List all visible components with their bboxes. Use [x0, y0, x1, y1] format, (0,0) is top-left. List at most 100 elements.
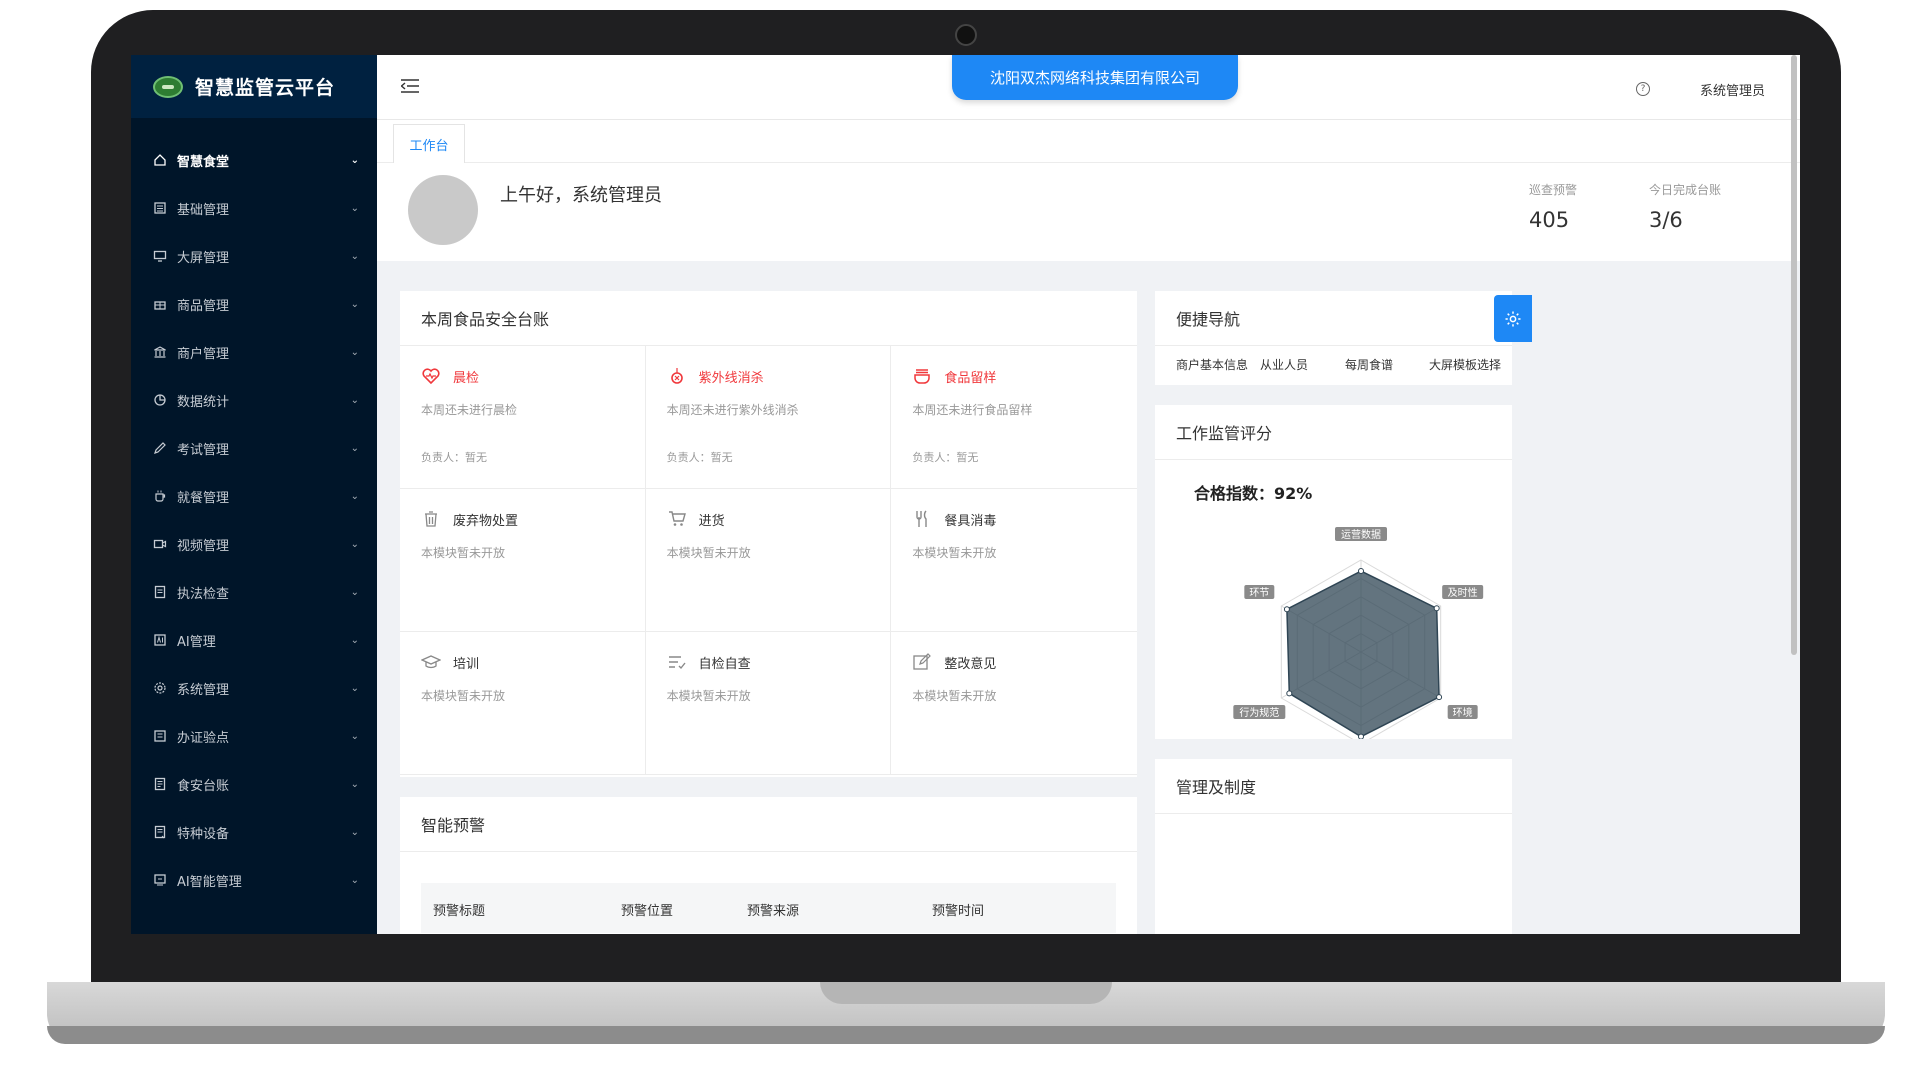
sidebar-item-label: 数据统计: [177, 394, 230, 410]
card-title: 工作监管评分: [1155, 405, 1512, 460]
ledger-cell[interactable]: 自检自查本模块暂未开放: [645, 632, 892, 775]
ledger-cell-title: 晨检: [453, 370, 480, 386]
sidebar-item-label: 视频管理: [177, 538, 230, 554]
radar-axis-label: 运营数据: [1341, 528, 1381, 541]
sidebar-item-label: 执法检查: [177, 586, 230, 602]
ledger-cell[interactable]: 食品留样 本周还未进行食品留样 负责人：暂无: [891, 346, 1137, 489]
scrollbar[interactable]: [1791, 55, 1797, 655]
ledger-cell-desc: 本周还未进行晨检: [421, 403, 518, 417]
sidebar-item[interactable]: 商户管理 ⌄: [131, 328, 377, 376]
ledger-cell[interactable]: 餐具消毒本模块暂未开放: [891, 489, 1137, 632]
ledger-cell-header: 废弃物处置: [421, 509, 624, 529]
ledger-cell-desc: 本模块暂未开放: [421, 689, 506, 703]
ledger-cell-header: 自检自查: [667, 652, 870, 672]
sidebar-item[interactable]: 就餐管理 ⌄: [131, 472, 377, 520]
sidebar-item[interactable]: 食安台账 ⌄: [131, 760, 377, 808]
quick-link-staff[interactable]: 从业人员: [1260, 356, 1308, 373]
radar-point: [1358, 733, 1364, 739]
sidebar-item[interactable]: 特种设备 ⌄: [131, 808, 377, 856]
tab-workbench[interactable]: 工作台: [393, 124, 465, 165]
chevron-down-icon: ⌄: [350, 298, 359, 310]
document-icon: [154, 585, 166, 599]
sidebar-item-label: 商户管理: [177, 346, 230, 362]
sidebar-item[interactable]: 执法检查 ⌄: [131, 568, 377, 616]
ledger-cell-desc: 本模块暂未开放: [666, 546, 751, 560]
ledger-cell[interactable]: 废弃物处置 本模块暂未开放: [400, 489, 646, 632]
column-header[interactable]: 预警标题: [433, 900, 485, 919]
sidebar-item[interactable]: 系统管理 ⌄: [131, 664, 377, 712]
gear-icon: [1505, 311, 1521, 326]
greeting: 上午好，系统管理员: [500, 185, 662, 206]
sidebar-item[interactable]: 考试管理 ⌄: [131, 424, 377, 472]
sidebar-item[interactable]: 智慧食堂 ⌄: [131, 136, 377, 184]
stat-patrol-warning[interactable]: 巡查预警 405: [1529, 181, 1577, 232]
sidebar-item-label: 基础管理: [177, 202, 230, 218]
smart-warning-card: 智能预警 预警标题 预警位置 预警来源 预警时间: [400, 797, 1137, 934]
ledger-cell[interactable]: 晨检本周还未进行晨检 负责人：暂无: [400, 346, 646, 489]
ledger-cell-desc: 本模块暂未开放: [666, 689, 751, 703]
sidebar-item[interactable]: 视频管理 ⌄: [131, 520, 377, 568]
sidebar-item-label: AI管理: [177, 634, 216, 650]
tab-bar: 工作台: [377, 120, 1800, 165]
ledger-cell-title: 废弃物处置: [453, 513, 519, 529]
sidebar-item[interactable]: 数据统计 ⌄: [131, 376, 377, 424]
logo-bar[interactable]: 智慧监管云平台: [131, 55, 377, 118]
sidebar-item-label: 考试管理: [177, 442, 230, 458]
avatar[interactable]: [408, 175, 478, 245]
policy-card: 管理及制度: [1155, 759, 1512, 934]
ai-smart-icon: [154, 874, 166, 886]
chevron-down-icon: ⌄: [350, 538, 359, 550]
chevron-down-icon: ⌄: [350, 442, 359, 454]
card-title: 智能预警: [400, 797, 1137, 852]
heart-icon: [422, 368, 440, 385]
radar-point: [1433, 605, 1440, 612]
user-name[interactable]: 系统管理员: [1700, 80, 1765, 99]
sidebar-item[interactable]: 商品管理 ⌄: [131, 280, 377, 328]
column-header[interactable]: 预警来源: [747, 900, 799, 919]
chevron-down-icon: ⌄: [350, 490, 359, 502]
question-icon[interactable]: ?: [1636, 82, 1650, 96]
settings-gear-button[interactable]: [1494, 295, 1532, 342]
column-header[interactable]: 预警时间: [932, 900, 984, 919]
chevron-down-icon: ⌄: [350, 778, 359, 790]
ledger-cell-header: 餐具消毒: [912, 509, 1116, 529]
chevron-down-icon: ⌄: [350, 394, 359, 406]
ledger-cell-title: 食品留样: [944, 370, 997, 386]
chevron-down-icon: ⌄: [350, 154, 359, 166]
ledger-cell-owner: 负责人：暂无: [666, 451, 733, 464]
ledger-cell-title: 自检自查: [698, 656, 751, 672]
quick-link-merchant-info[interactable]: 商户基本信息: [1176, 356, 1248, 373]
warning-table-header: 预警标题 预警位置 预警来源 预警时间: [421, 883, 1116, 933]
ledger-cell[interactable]: 进货 本模块暂未开放: [645, 489, 892, 632]
logo-icon: [153, 75, 183, 98]
monitor-icon: [153, 250, 167, 262]
ledger-cell-desc: 本模块暂未开放: [912, 546, 997, 560]
sidebar-item[interactable]: 基础管理 ⌄: [131, 184, 377, 232]
column-header[interactable]: 预警位置: [621, 900, 673, 919]
radar-point: [1358, 568, 1364, 575]
ledger-cell-owner: 负责人：暂无: [912, 451, 979, 464]
weekly-ledger-card: 本周食品安全台账 晨检 本周还未进行晨检 负责人：暂无 紫外线消杀 本周还未进行紫外线消…: [400, 291, 1137, 777]
ledger-cell-owner: 负责人：暂无: [421, 451, 487, 464]
ledger-cell-header: 晨检: [421, 366, 624, 386]
sidebar-item[interactable]: AI智能管理 ⌄: [131, 856, 377, 904]
ledger-cell[interactable]: 培训 本模块暂未开放: [400, 632, 646, 775]
sidebar-item[interactable]: AI管理 ⌄: [131, 616, 377, 664]
ledger-cell[interactable]: 整改意见 本模块暂未开放: [891, 632, 1137, 775]
sidebar-item[interactable]: 办证验点 ⌄: [131, 712, 377, 760]
collapse-menu-icon[interactable]: [400, 75, 423, 97]
card-title: 管理及制度: [1155, 759, 1512, 814]
checklist-icon: [668, 656, 686, 670]
quick-link-weekly-menu[interactable]: 每周食谱: [1345, 356, 1393, 373]
camera: [955, 24, 977, 46]
food-sample-icon: [914, 369, 931, 384]
sidebar-item[interactable]: 大屏管理 ⌄: [131, 232, 377, 280]
quick-link-screen-template[interactable]: 大屏模板选择: [1429, 356, 1501, 373]
radar-axis-label: 行为规范: [1239, 706, 1279, 719]
gear-icon: [154, 682, 166, 694]
stat-ledger-done[interactable]: 今日完成台账 3/6: [1649, 181, 1721, 232]
ledger-cell[interactable]: 紫外线消杀 本周还未进行紫外线消杀 负责人：暂无: [645, 346, 892, 489]
radar-axis-label: 及时性: [1448, 586, 1478, 599]
welcome-panel: 上午好，系统管理员 巡查预警 405 今日完成台账 3/6: [377, 163, 1800, 261]
radar-axis-label: 环节: [1249, 587, 1269, 599]
